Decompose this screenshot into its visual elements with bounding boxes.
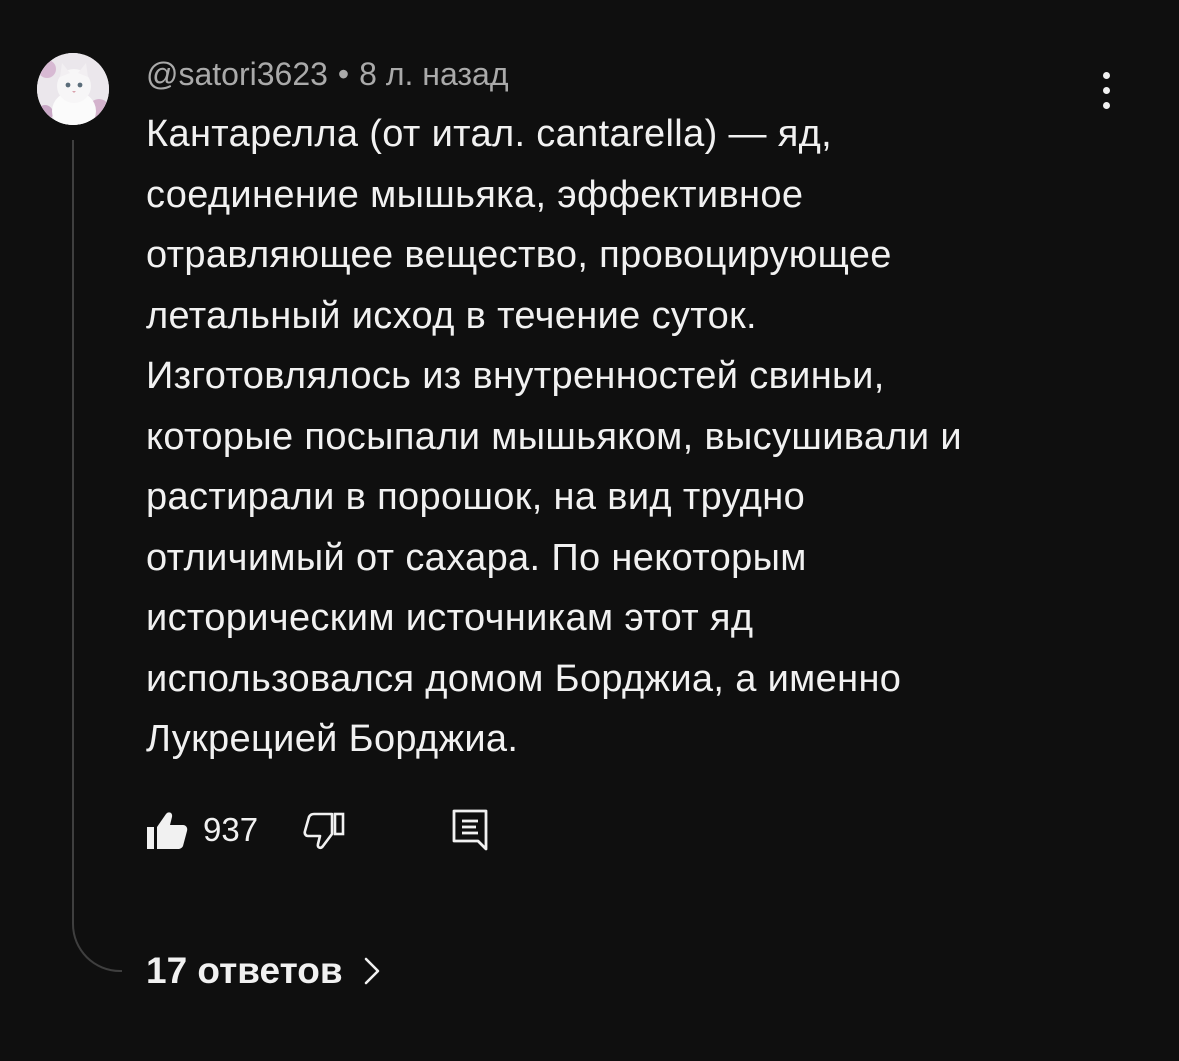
replies-count-label: 17 ответов: [146, 950, 343, 991]
avatar-cat-image: [37, 53, 109, 125]
comment-text-line: соединение мышьяка, эффективное: [146, 173, 804, 216]
comment-meta: @satori3623 • 8 л. назад: [146, 56, 509, 92]
meta-separator: •: [337, 56, 350, 92]
comment-text: Кантарелла (от итал. cantarella) — яд, с…: [146, 104, 1106, 770]
chevron-right-icon: [364, 957, 379, 985]
dislike-button[interactable]: [302, 809, 348, 851]
author-name[interactable]: @satori3623: [146, 56, 328, 92]
like-count: 937: [203, 811, 259, 848]
comment-text-line: историческим источникам этот яд: [146, 597, 754, 639]
comment-text-line: Лукрецией Борджиа.: [146, 718, 519, 760]
thread-line: [72, 140, 122, 972]
comment-icon: [452, 809, 488, 851]
comment-text-line: Кантарелла (от итал. cantarella) — яд,: [146, 113, 833, 155]
avatar[interactable]: [37, 53, 109, 125]
comment-text-line: которые посыпали мышьяком, высушивали и: [146, 415, 962, 458]
more-vertical-icon: [1102, 71, 1110, 109]
timestamp[interactable]: 8 л. назад: [359, 56, 508, 92]
thumbs-up-icon: [147, 812, 188, 849]
like-button[interactable]: 937: [143, 809, 258, 851]
comment-text-line: отравляющее вещество, провоцирующее: [146, 234, 892, 276]
reply-button[interactable]: [450, 807, 492, 853]
comment-actions: 937: [143, 806, 492, 854]
comment-text-line: отличимый от сахара. По некоторым: [146, 536, 807, 579]
comment-text-line: летальный исход в течение суток.: [146, 294, 757, 337]
comment-text-line: использовался домом Борджиа, а именно: [146, 657, 902, 700]
comment-text-line: растирали в порошок, на вид трудно: [146, 476, 806, 518]
comment-text-line: Изготовлялось из внутренностей свиньи,: [146, 355, 885, 397]
view-replies-button[interactable]: 17 ответов: [146, 950, 387, 992]
thumbs-down-icon: [303, 812, 345, 850]
